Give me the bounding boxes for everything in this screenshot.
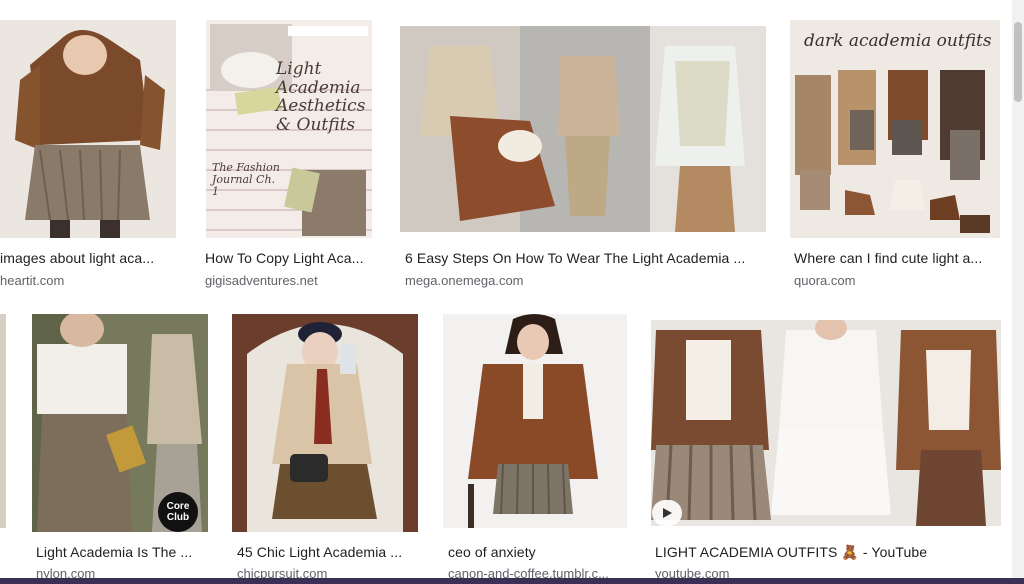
brown-jacket-photo bbox=[443, 314, 627, 528]
result-title-6[interactable]: 45 Chic Light Academia ... bbox=[237, 544, 422, 560]
result-title-7[interactable]: ceo of anxiety bbox=[448, 544, 628, 560]
image-thumb-youtube[interactable] bbox=[651, 320, 1001, 526]
gigi-line-1: Light bbox=[276, 59, 322, 79]
image-thumb-nylon[interactable]: Core Club bbox=[32, 314, 208, 532]
scrollbar-thumb[interactable] bbox=[1014, 22, 1022, 102]
three-outfits-photo bbox=[400, 26, 766, 232]
core-club-text: Core Club bbox=[166, 501, 190, 523]
result-source-4[interactable]: quora.com bbox=[794, 273, 1004, 288]
taskbar-strip bbox=[0, 578, 1024, 584]
result-title-8[interactable]: LIGHT ACADEMIA OUTFITS 🧸 - YouTube bbox=[655, 544, 1005, 561]
image-thumb-quora[interactable]: dark academia outfits bbox=[790, 20, 1000, 238]
result-title-5[interactable]: Light Academia Is The ... bbox=[36, 544, 212, 560]
result-source-3[interactable]: mega.onemega.com bbox=[405, 273, 765, 288]
gigi-line-3: Aesthetics bbox=[276, 96, 366, 117]
image-thumb-onemega[interactable] bbox=[400, 26, 766, 232]
result-title-4[interactable]: Where can I find cute light a... bbox=[794, 250, 1004, 266]
video-play-icon[interactable] bbox=[652, 500, 682, 526]
result-source-1[interactable]: heartit.com bbox=[0, 273, 176, 288]
quora-heading-overlay: dark academia outfits bbox=[804, 31, 992, 51]
three-outfits-video-still bbox=[651, 320, 1001, 526]
gigi-line-2: Academia bbox=[276, 77, 361, 98]
gigi-title-overlay: Light Academia Aesthetics & Outfits bbox=[276, 60, 365, 135]
image-thumb-chicpursuit[interactable] bbox=[232, 314, 418, 532]
image-thumb-tumblr[interactable] bbox=[443, 314, 627, 528]
result-source-2[interactable]: gigisadventures.net bbox=[205, 273, 375, 288]
sweater-skirt-photo bbox=[0, 20, 176, 238]
result-title-2[interactable]: How To Copy Light Aca... bbox=[205, 250, 375, 266]
image-thumb-heartit[interactable] bbox=[0, 20, 176, 238]
core-club-logo: Core Club bbox=[158, 492, 198, 532]
result-title-3[interactable]: 6 Easy Steps On How To Wear The Light Ac… bbox=[405, 250, 765, 266]
gigi-line-4: & Outfits bbox=[276, 115, 356, 136]
image-thumb-partial-left[interactable] bbox=[0, 314, 6, 528]
image-thumb-gigisadventures[interactable]: Light Academia Aesthetics & Outfits The … bbox=[206, 20, 372, 238]
result-title-1[interactable]: images about light aca... bbox=[0, 250, 176, 266]
gigi-journal-overlay: The Fashion Journal Ch. 1 bbox=[212, 161, 280, 199]
outfit-grid-collage bbox=[790, 20, 1000, 238]
mirror-selfie-photo bbox=[232, 314, 418, 532]
